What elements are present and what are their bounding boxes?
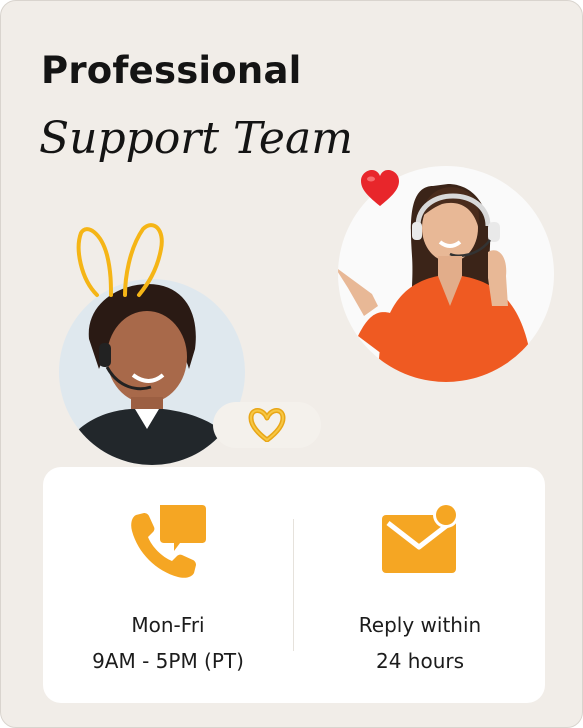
hours-time: 9AM - 5PM (PT) (92, 649, 244, 673)
hours-section: Mon-Fri 9AM - 5PM (PT) (43, 467, 293, 703)
page-title: Professional (41, 49, 302, 92)
divider (293, 519, 294, 651)
page-subtitle: Support Team (39, 113, 353, 164)
contact-info-panel: Mon-Fri 9AM - 5PM (PT) Reply within 24 h… (43, 467, 545, 703)
support-card: Professional Support Team Mon-Fri 9AM - … (0, 0, 583, 728)
heart-hands-icon (248, 408, 286, 442)
envelope-notification-icon (382, 502, 459, 573)
heart-icon (361, 170, 399, 206)
phone-chat-icon (131, 505, 206, 578)
reply-section: Reply within 24 hours (295, 467, 545, 703)
reply-time: 24 hours (375, 649, 465, 673)
reply-label: Reply within (358, 613, 482, 637)
hours-days: Mon-Fri (131, 613, 205, 637)
bunny-ears-icon (76, 223, 164, 297)
